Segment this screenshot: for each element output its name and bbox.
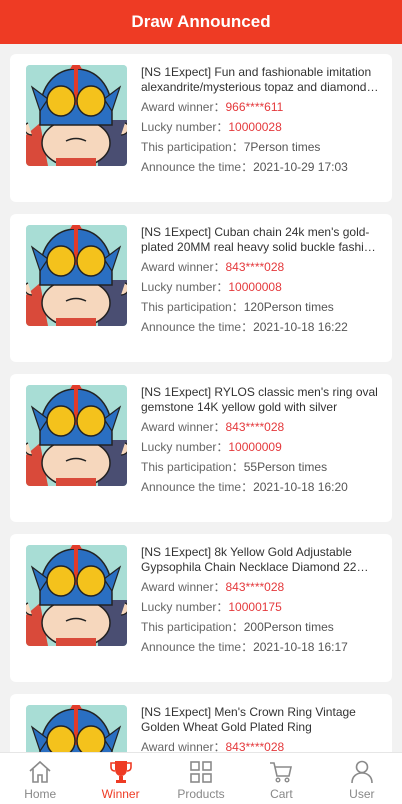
announce-time-label: Announce the time： bbox=[141, 640, 254, 654]
award-winner-value: 843****028 bbox=[225, 580, 285, 594]
participation-value: 55Person times bbox=[243, 460, 328, 474]
announce-time-row: Announce the time：2021-10-18 16:22 bbox=[141, 317, 381, 337]
tab-label: Products bbox=[177, 787, 225, 801]
award-winner-value: 843****028 bbox=[225, 260, 285, 274]
trophy-icon bbox=[107, 759, 135, 785]
tab-winner[interactable]: Winner bbox=[80, 753, 160, 804]
grid-icon bbox=[187, 759, 215, 785]
award-winner-row: Award winner：843****028 bbox=[141, 737, 381, 752]
tab-label: Cart bbox=[270, 787, 293, 801]
announcement-card[interactable]: [NS 1Expect] Men's Crown Ring Vintage Go… bbox=[10, 694, 392, 752]
participation-value: 200Person times bbox=[243, 620, 334, 634]
announcement-card[interactable]: [NS 1Expect] RYLOS classic men's ring ov… bbox=[10, 374, 392, 522]
announce-time-row: Announce the time：2021-10-29 17:03 bbox=[141, 157, 381, 177]
product-thumbnail[interactable] bbox=[26, 225, 127, 326]
award-winner-row: Award winner：843****028 bbox=[141, 577, 381, 597]
tab-user[interactable]: User bbox=[322, 753, 402, 804]
participation-row: This participation：200Person times bbox=[141, 617, 381, 637]
award-winner-label: Award winner： bbox=[141, 740, 226, 752]
lucky-number-row: Lucky number：10000008 bbox=[141, 277, 381, 297]
product-title[interactable]: [NS 1Expect] Fun and fashionable imitati… bbox=[141, 65, 381, 95]
award-winner-row: Award winner：843****028 bbox=[141, 417, 381, 437]
announce-time-row: Announce the time：2021-10-18 16:17 bbox=[141, 637, 381, 657]
product-thumbnail[interactable] bbox=[26, 65, 127, 166]
award-winner-value: 843****028 bbox=[225, 740, 285, 752]
page-title: Draw Announced bbox=[131, 12, 271, 31]
announce-time-label: Announce the time： bbox=[141, 320, 254, 334]
product-title[interactable]: [NS 1Expect] Men's Crown Ring Vintage Go… bbox=[141, 705, 381, 735]
participation-label: This participation： bbox=[141, 460, 244, 474]
announce-time-label: Announce the time： bbox=[141, 480, 254, 494]
announce-time-value: 2021-10-29 17:03 bbox=[253, 160, 348, 174]
product-thumbnail[interactable] bbox=[26, 545, 127, 646]
lucky-number-label: Lucky number： bbox=[141, 120, 229, 134]
product-thumbnail[interactable] bbox=[26, 705, 127, 752]
product-thumbnail[interactable] bbox=[26, 385, 127, 486]
home-icon bbox=[26, 759, 54, 785]
announce-time-value: 2021-10-18 16:20 bbox=[253, 480, 348, 494]
tab-label: User bbox=[349, 787, 375, 801]
tab-products[interactable]: Products bbox=[161, 753, 241, 804]
award-winner-row: Award winner：966****611 bbox=[141, 97, 381, 117]
bottom-tab-bar: Home Winner Products Cart User bbox=[0, 752, 402, 804]
cart-icon bbox=[267, 759, 295, 785]
participation-value: 7Person times bbox=[243, 140, 321, 154]
award-winner-value: 966****611 bbox=[225, 100, 284, 114]
lucky-number-label: Lucky number： bbox=[141, 440, 229, 454]
award-winner-label: Award winner： bbox=[141, 260, 226, 274]
participation-label: This participation： bbox=[141, 300, 244, 314]
lucky-number-row: Lucky number：10000175 bbox=[141, 597, 381, 617]
lucky-number-label: Lucky number： bbox=[141, 600, 229, 614]
tab-label: Winner bbox=[101, 787, 140, 801]
award-winner-label: Award winner： bbox=[141, 100, 226, 114]
lucky-number-value: 10000008 bbox=[228, 280, 282, 294]
announcement-card[interactable]: [NS 1Expect] 8k Yellow Gold Adjustable G… bbox=[10, 534, 392, 682]
announcement-card[interactable]: [NS 1Expect] Fun and fashionable imitati… bbox=[10, 54, 392, 202]
page-header: Draw Announced bbox=[0, 0, 402, 44]
tab-cart[interactable]: Cart bbox=[241, 753, 321, 804]
participation-row: This participation：7Person times bbox=[141, 137, 381, 157]
announce-time-row: Announce the time：2021-10-18 16:20 bbox=[141, 477, 381, 497]
announce-time-value: 2021-10-18 16:17 bbox=[253, 640, 348, 654]
announcement-list[interactable]: [NS 1Expect] Fun and fashionable imitati… bbox=[0, 44, 402, 752]
award-winner-row: Award winner：843****028 bbox=[141, 257, 381, 277]
lucky-number-value: 10000009 bbox=[228, 440, 282, 454]
product-title[interactable]: [NS 1Expect] RYLOS classic men's ring ov… bbox=[141, 385, 381, 415]
tab-label: Home bbox=[24, 787, 57, 801]
participation-row: This participation：55Person times bbox=[141, 457, 381, 477]
lucky-number-row: Lucky number：10000009 bbox=[141, 437, 381, 457]
participation-value: 120Person times bbox=[243, 300, 334, 314]
tab-home[interactable]: Home bbox=[0, 753, 80, 804]
lucky-number-value: 10000028 bbox=[228, 120, 282, 134]
announce-time-value: 2021-10-18 16:22 bbox=[253, 320, 348, 334]
lucky-number-value: 10000175 bbox=[228, 600, 282, 614]
product-title[interactable]: [NS 1Expect] 8k Yellow Gold Adjustable G… bbox=[141, 545, 381, 575]
award-winner-label: Award winner： bbox=[141, 580, 226, 594]
award-winner-label: Award winner： bbox=[141, 420, 226, 434]
lucky-number-label: Lucky number： bbox=[141, 280, 229, 294]
announce-time-label: Announce the time： bbox=[141, 160, 254, 174]
user-icon bbox=[348, 759, 376, 785]
announcement-card[interactable]: [NS 1Expect] Cuban chain 24k men's gold-… bbox=[10, 214, 392, 362]
participation-row: This participation：120Person times bbox=[141, 297, 381, 317]
participation-label: This participation： bbox=[141, 140, 244, 154]
participation-label: This participation： bbox=[141, 620, 244, 634]
lucky-number-row: Lucky number：10000028 bbox=[141, 117, 381, 137]
product-title[interactable]: [NS 1Expect] Cuban chain 24k men's gold-… bbox=[141, 225, 381, 255]
award-winner-value: 843****028 bbox=[225, 420, 285, 434]
